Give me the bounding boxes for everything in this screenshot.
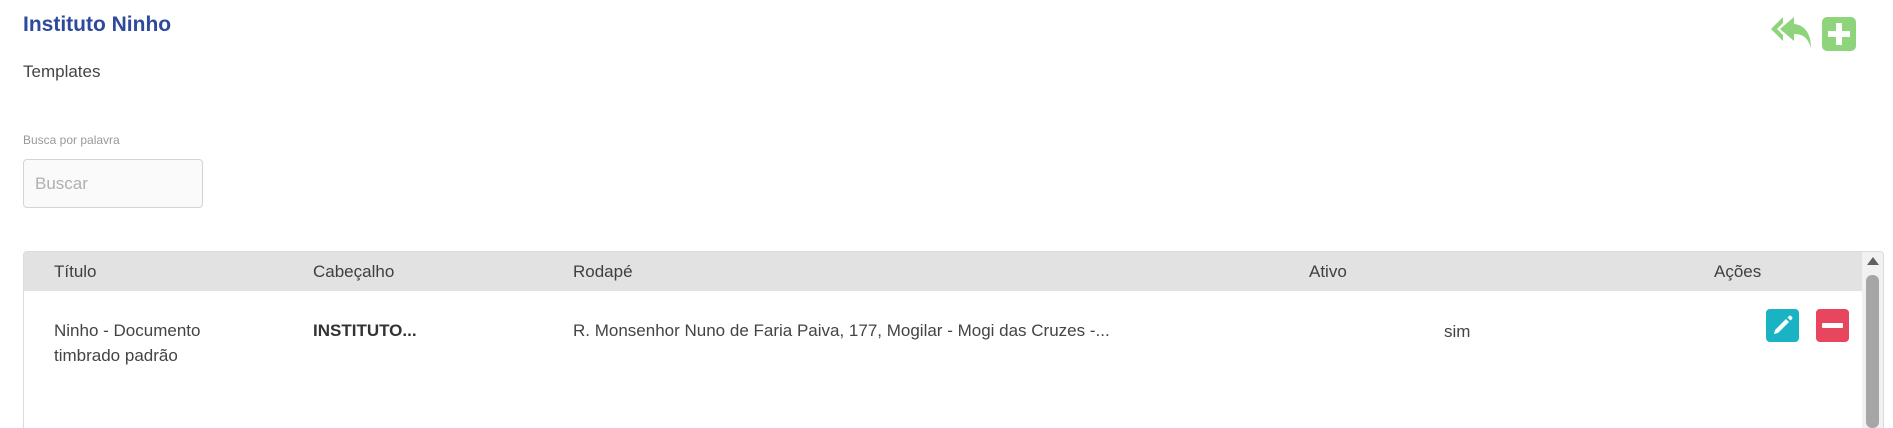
page-subtitle: Templates <box>23 62 101 81</box>
table-row: Ninho - Documento timbrado padrão INSTIT… <box>24 291 1862 428</box>
edit-button[interactable] <box>1766 309 1799 342</box>
cell-titulo: Ninho - Documento timbrado padrão <box>54 321 201 365</box>
cell-ativo: sim <box>1444 322 1471 341</box>
top-actions <box>1770 14 1856 54</box>
scroll-thumb[interactable] <box>1866 275 1879 428</box>
pencil-icon <box>1774 315 1793 334</box>
table-scrollbar[interactable] <box>1862 252 1883 428</box>
column-header-rodape: Rodapé <box>573 262 633 281</box>
page-title: Instituto Ninho <box>23 13 172 36</box>
cell-rodape: R. Monsenhor Nuno de Faria Paiva, 177, M… <box>573 321 1110 340</box>
reply-all-icon <box>1771 17 1811 48</box>
column-header-acoes: Ações <box>1714 262 1762 281</box>
column-header-ativo: Ativo <box>1309 262 1347 281</box>
table-header: Título Cabeçalho Rodapé Ativo Ações <box>24 252 1862 291</box>
scroll-up-arrow-icon[interactable] <box>1867 257 1879 265</box>
search-label: Busca por palavra <box>23 133 120 147</box>
column-header-cabecalho: Cabeçalho <box>313 262 395 281</box>
plus-icon <box>1828 23 1850 45</box>
minus-icon <box>1822 323 1843 328</box>
back-button[interactable] <box>1770 14 1814 54</box>
column-header-titulo: Título <box>54 262 97 281</box>
templates-table: Título Cabeçalho Rodapé Ativo Ações Ninh… <box>23 251 1884 428</box>
add-template-button[interactable] <box>1822 17 1856 51</box>
delete-button[interactable] <box>1816 309 1849 342</box>
cell-cabecalho: INSTITUTO... <box>313 321 417 340</box>
search-input[interactable] <box>23 159 203 208</box>
